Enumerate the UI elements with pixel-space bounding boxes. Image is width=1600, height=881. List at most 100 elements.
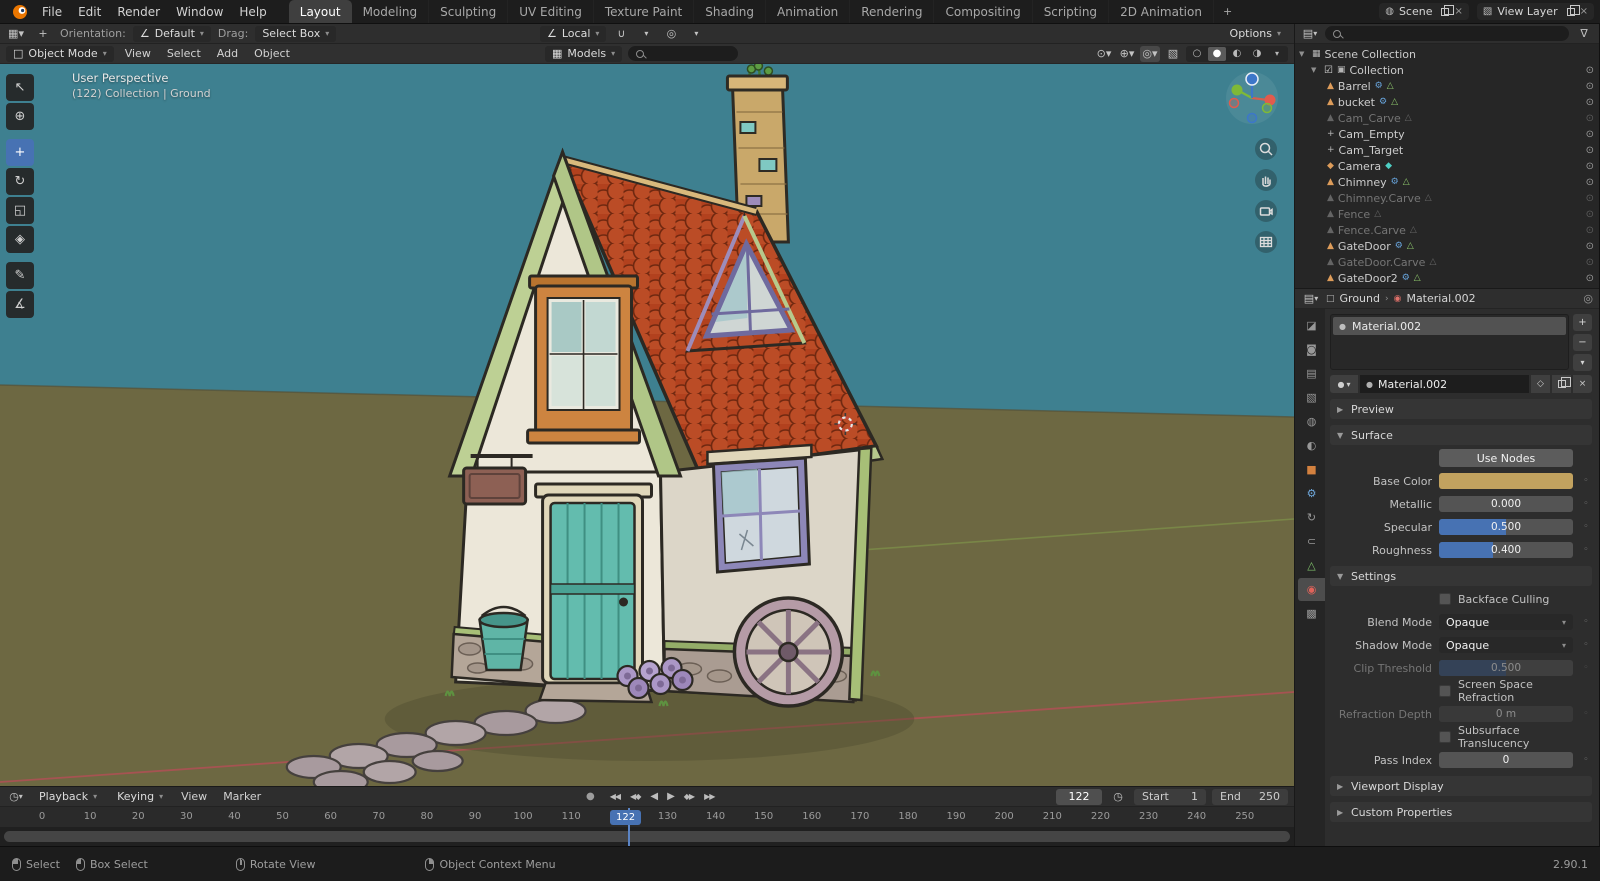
eye-icon[interactable]: ⊙ [1586,81,1594,92]
pin-icon[interactable]: ◎ [1583,292,1593,305]
workspace-tab-2d-animation[interactable]: 2D Animation [1109,0,1214,23]
outliner-row-camera[interactable]: ◆ Camera ◆ ⊙ [1299,158,1597,174]
workspace-tab-animation[interactable]: Animation [766,0,851,23]
next-keyframe-button[interactable]: ◆▶ [680,790,698,803]
eye-icon[interactable]: ⊙ [1586,129,1594,140]
add-material-slot-button[interactable]: + [1573,314,1592,331]
pivot-point-dropdown[interactable]: ∠ Local ▾ [540,25,607,42]
tool-scale-button[interactable]: ◱ [6,197,34,224]
outliner-row-bucket[interactable]: ▲ bucket ⚙ △ ⊙ [1299,94,1597,110]
pan-hand-icon[interactable] [1255,169,1277,191]
decorator-dot[interactable]: ◦ [1580,545,1592,555]
workspace-tab-modeling[interactable]: Modeling [352,0,430,23]
panel-settings[interactable]: ▼ Settings [1330,566,1592,586]
workspace-tab-compositing[interactable]: Compositing [934,0,1033,23]
record-button[interactable]: ● [582,789,598,804]
viewport-menu-select[interactable]: Select [162,47,206,60]
object-visibility-dropdown-icon[interactable]: ⊙ ▾ [1094,46,1114,62]
viewport-menu-view[interactable]: View [120,47,156,60]
metallic-slider[interactable]: 0.000 [1439,496,1573,512]
xray-toggle-icon[interactable]: ▧ [1163,46,1183,62]
collection-checkbox-icon[interactable]: ☑ [1324,65,1333,76]
outliner-row-gatedoor-carve[interactable]: ▲ GateDoor.Carve △ ⊙ [1299,254,1597,270]
panel-viewport-display[interactable]: ▶ Viewport Display [1330,776,1592,796]
menu-render[interactable]: Render [109,0,168,23]
remove-material-slot-button[interactable]: − [1573,334,1592,351]
decorator-dot[interactable]: ◦ [1580,755,1592,765]
proportional-edit-icon[interactable]: ◎ [661,26,681,42]
subsurface-translucency-checkbox[interactable] [1439,731,1451,743]
workspace-tab-texture-paint[interactable]: Texture Paint [594,0,695,23]
outliner-row-gatedoor2[interactable]: ▲ GateDoor2 ⚙ △ ⊙ [1299,270,1597,286]
tab-scene[interactable]: ◍ [1298,410,1325,433]
camera-view-icon[interactable] [1255,200,1277,222]
panel-surface[interactable]: ▼ Surface [1330,425,1592,445]
decorator-dot[interactable]: ◦ [1580,663,1592,673]
shading-dropdown-icon[interactable]: ▾ [1268,47,1286,61]
new-material-button[interactable] [1552,375,1571,393]
snap-toggle-icon[interactable]: ∪ [611,26,631,42]
editor-type-3d-viewport-icon[interactable]: ▦ ▾ [6,26,26,42]
workspace-tab-sculpting[interactable]: Sculpting [429,0,509,23]
disclosure-icon[interactable]: ▼ [1311,66,1320,74]
tab-output[interactable]: ▤ [1298,362,1325,385]
menu-window[interactable]: Window [168,0,231,23]
eye-icon[interactable]: ⊙ [1586,273,1594,284]
menu-file[interactable]: File [34,0,70,23]
tab-view-layer[interactable]: ▧ [1298,386,1325,409]
eye-icon[interactable]: ⊙ [1586,193,1594,204]
decorator-dot[interactable]: ◦ [1580,640,1592,650]
use-nodes-button[interactable]: Use Nodes [1439,449,1573,467]
eye-icon[interactable]: ⊙ [1586,257,1594,268]
options-dropdown[interactable]: Options ▾ [1223,26,1288,42]
fake-user-icon[interactable]: ◇ [1531,375,1550,393]
panel-custom-properties[interactable]: ▶ Custom Properties [1330,802,1592,822]
end-frame-field[interactable]: End 250 [1212,788,1288,805]
material-specials-dropdown-icon[interactable]: ▾ [1573,354,1592,371]
decorator-dot[interactable]: ◦ [1580,617,1592,627]
interaction-mode-dropdown[interactable]: □ Object Mode ▾ [6,45,114,62]
eye-icon[interactable]: ⊙ [1586,241,1594,252]
outliner-row-fence[interactable]: ▲ Fence △ ⊙ [1299,206,1597,222]
outliner-row-collection[interactable]: ▼ ☑ ▣ Collection ⊙ [1299,62,1597,78]
snap-settings-dropdown-icon[interactable]: ▾ [636,26,656,42]
eye-icon[interactable]: ⊙ [1586,145,1594,156]
new-view-layer-icon[interactable] [1566,4,1580,16]
refraction-depth-field[interactable]: 0 m [1439,706,1573,722]
viewport-menu-add[interactable]: Add [212,47,243,60]
navigation-gizmo[interactable] [1224,70,1280,129]
breadcrumb-material[interactable]: Material.002 [1406,292,1475,305]
tool-cursor-button[interactable]: ⊕ [6,103,34,130]
material-slot-list[interactable]: ● Material.002 [1330,314,1569,370]
editor-type-timeline-icon[interactable]: ◷ ▾ [6,789,26,805]
outliner-row-fence-carve[interactable]: ▲ Fence.Carve △ ⊙ [1299,222,1597,238]
specular-slider[interactable]: 0.500 [1439,519,1573,535]
menu-help[interactable]: Help [231,0,274,23]
timeline-view-menu[interactable]: View [176,790,212,803]
breadcrumb-object[interactable]: Ground [1340,292,1380,305]
eye-icon[interactable]: ⊙ [1586,65,1594,76]
jump-to-end-button[interactable]: ▶▶ [700,790,718,803]
current-frame-field[interactable]: 122 [1056,788,1102,805]
workspace-tab-scripting[interactable]: Scripting [1033,0,1110,23]
outliner-search-input[interactable] [1325,26,1569,41]
roughness-slider[interactable]: 0.400 [1439,542,1573,558]
browse-material-dropdown[interactable]: ● ▾ [1330,375,1358,393]
unlink-material-button[interactable]: × [1573,375,1592,393]
blender-logo-icon[interactable] [6,0,34,23]
remove-view-layer-icon[interactable]: × [1580,6,1588,17]
panel-preview[interactable]: ▶ Preview [1330,399,1592,419]
menu-edit[interactable]: Edit [70,0,109,23]
viewport-canvas[interactable]: User Perspective (122) Collection | Grou… [0,64,1294,786]
timeline-ruler[interactable]: 0 10 20 30 40 50 60 70 80 90 100 110 120… [0,807,1294,827]
tab-object[interactable]: ■ [1298,458,1325,481]
eye-icon[interactable]: ⊙ [1586,161,1594,172]
timeline-marker-menu[interactable]: Marker [218,790,266,803]
outliner-row-barrel[interactable]: ▲ Barrel ⚙ △ ⊙ [1299,78,1597,94]
editor-type-properties-icon[interactable]: ▤ ▾ [1301,291,1321,307]
asset-category-dropdown[interactable]: ▦ Models ▾ [545,45,623,62]
drag-mode-dropdown[interactable]: Select Box ▾ [255,25,337,42]
editor-type-outliner-icon[interactable]: ▤ ▾ [1300,26,1320,42]
tab-constraints[interactable]: ⊂ [1298,530,1325,553]
tab-object-data[interactable]: △ [1298,554,1325,577]
